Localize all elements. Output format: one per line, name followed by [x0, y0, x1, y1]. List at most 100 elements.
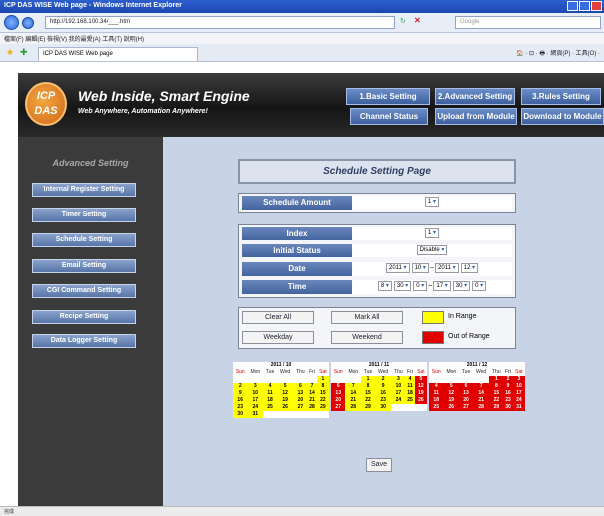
- start-year-select[interactable]: 2011: [385, 263, 410, 274]
- calendar-day[interactable]: 5: [276, 383, 294, 390]
- calendar-day[interactable]: 26: [443, 404, 460, 411]
- minimize-button[interactable]: [567, 1, 578, 11]
- basic-setting-button[interactable]: 1.Basic Setting: [346, 88, 430, 105]
- calendar-day[interactable]: 25: [263, 404, 277, 411]
- calendar-day[interactable]: 20: [331, 397, 346, 404]
- calendar-day[interactable]: 8: [361, 383, 375, 390]
- calendar-day[interactable]: 26: [414, 397, 427, 404]
- calendar-day[interactable]: 14: [472, 390, 490, 397]
- calendar-day[interactable]: 22: [316, 397, 329, 404]
- calendar-day[interactable]: 12: [276, 390, 294, 397]
- calendar-day[interactable]: 14: [307, 390, 317, 397]
- clear-all-button[interactable]: Clear All: [242, 311, 314, 324]
- calendar-day[interactable]: 7: [472, 383, 490, 390]
- calendar-day[interactable]: 3: [247, 383, 264, 390]
- start-hour-select[interactable]: 8: [377, 281, 392, 292]
- calendar-day[interactable]: 7: [307, 383, 317, 390]
- calendar-day[interactable]: 13: [293, 390, 308, 397]
- calendar-day[interactable]: 29: [316, 404, 329, 411]
- calendar-day[interactable]: 4: [429, 383, 444, 390]
- index-select[interactable]: 1: [424, 228, 440, 239]
- calendar-day[interactable]: 24: [247, 404, 264, 411]
- start-minute-select[interactable]: 30: [393, 281, 412, 292]
- calendar-day[interactable]: 23: [503, 397, 513, 404]
- end-month-select[interactable]: 12: [460, 263, 479, 274]
- calendar-day[interactable]: 3: [391, 376, 406, 383]
- weekend-button[interactable]: Weekend: [331, 331, 403, 344]
- calendar-day[interactable]: 9: [233, 390, 248, 397]
- calendar-day[interactable]: 31: [512, 404, 525, 411]
- advanced-setting-button[interactable]: 2.Advanced Setting: [435, 88, 515, 105]
- calendar-day[interactable]: 1: [316, 376, 329, 383]
- calendar-day[interactable]: 11: [429, 390, 444, 397]
- calendar-day[interactable]: 23: [233, 404, 248, 411]
- address-input[interactable]: http://192.168.100.34/___.htm: [45, 16, 395, 29]
- calendar-day[interactable]: 10: [247, 390, 264, 397]
- calendar-day[interactable]: 21: [472, 397, 490, 404]
- calendar-day[interactable]: 18: [405, 390, 415, 397]
- calendar-day[interactable]: 5: [443, 383, 460, 390]
- browser-tab[interactable]: ICP DAS WISE Web page: [38, 47, 198, 61]
- calendar-day[interactable]: 19: [414, 390, 427, 397]
- calendar-day[interactable]: 30: [374, 404, 392, 411]
- end-hour-select[interactable]: 17: [433, 281, 451, 292]
- favorites-star-icon[interactable]: ★: [6, 47, 14, 58]
- channel-status-button[interactable]: Channel Status: [350, 108, 428, 125]
- calendar-day[interactable]: 8: [489, 383, 504, 390]
- calendar-day[interactable]: 13: [459, 390, 473, 397]
- calendar-day[interactable]: 14: [345, 390, 362, 397]
- calendar-day[interactable]: 25: [405, 397, 415, 404]
- calendar-day[interactable]: 2: [374, 376, 392, 383]
- calendar-day[interactable]: 10: [391, 383, 406, 390]
- calendar-day[interactable]: 23: [374, 397, 392, 404]
- calendar-day[interactable]: 7: [345, 383, 362, 390]
- calendar-day[interactable]: 12: [443, 390, 460, 397]
- add-favorite-icon[interactable]: ✚: [20, 47, 28, 58]
- calendar-day[interactable]: 30: [233, 411, 248, 418]
- calendar-day[interactable]: 29: [361, 404, 375, 411]
- calendar-day[interactable]: 8: [316, 383, 329, 390]
- calendar-day[interactable]: 20: [459, 397, 473, 404]
- calendar-day[interactable]: 10: [512, 383, 525, 390]
- stop-icon[interactable]: ✕: [414, 16, 421, 25]
- calendar-day[interactable]: 2: [233, 383, 248, 390]
- calendar-day[interactable]: 17: [247, 397, 264, 404]
- calendar-day[interactable]: 4: [405, 376, 415, 383]
- mark-all-button[interactable]: Mark All: [331, 311, 403, 324]
- calendar-day[interactable]: 29: [489, 404, 504, 411]
- calendar-day[interactable]: 9: [374, 383, 392, 390]
- calendar-day[interactable]: 21: [345, 397, 362, 404]
- calendar-day[interactable]: 13: [331, 390, 346, 397]
- sidebar-item-schedule[interactable]: Schedule Setting: [32, 233, 136, 247]
- end-second-select[interactable]: 0: [472, 281, 487, 292]
- calendar-day[interactable]: 31: [247, 411, 264, 418]
- sidebar-item-timer[interactable]: Timer Setting: [32, 208, 136, 222]
- initial-status-select[interactable]: Disable: [416, 245, 448, 256]
- calendar-day[interactable]: 30: [503, 404, 513, 411]
- sidebar-item-email[interactable]: Email Setting: [32, 259, 136, 273]
- schedule-amount-select[interactable]: 1: [424, 197, 440, 208]
- start-month-select[interactable]: 10: [411, 263, 429, 274]
- calendar-day[interactable]: 16: [503, 390, 513, 397]
- maximize-button[interactable]: [579, 1, 590, 11]
- calendar-day[interactable]: 25: [429, 404, 444, 411]
- calendar-day[interactable]: 6: [459, 383, 473, 390]
- upload-from-module-button[interactable]: Upload from Module: [435, 108, 517, 125]
- forward-icon[interactable]: [22, 17, 34, 29]
- calendar-day[interactable]: 16: [374, 390, 392, 397]
- end-minute-select[interactable]: 30: [452, 281, 471, 292]
- save-button[interactable]: Save: [366, 458, 392, 472]
- calendar-day[interactable]: 28: [345, 404, 362, 411]
- calendar-day[interactable]: 27: [293, 404, 308, 411]
- command-bar[interactable]: 🏠 · ⊡ · 🖶 · 網頁(P) · 工具(O) ·: [516, 48, 600, 59]
- calendar-day[interactable]: 11: [405, 383, 415, 390]
- calendar-day[interactable]: 12: [414, 383, 427, 390]
- calendar-day[interactable]: 26: [276, 404, 294, 411]
- calendar-day[interactable]: 1: [489, 376, 504, 383]
- calendar-day[interactable]: 24: [512, 397, 525, 404]
- search-input[interactable]: Google: [455, 16, 601, 29]
- calendar-day[interactable]: 17: [512, 390, 525, 397]
- refresh-icon[interactable]: ↻: [400, 17, 406, 25]
- calendar-day[interactable]: 3: [512, 376, 525, 383]
- calendar-day[interactable]: 24: [391, 397, 406, 404]
